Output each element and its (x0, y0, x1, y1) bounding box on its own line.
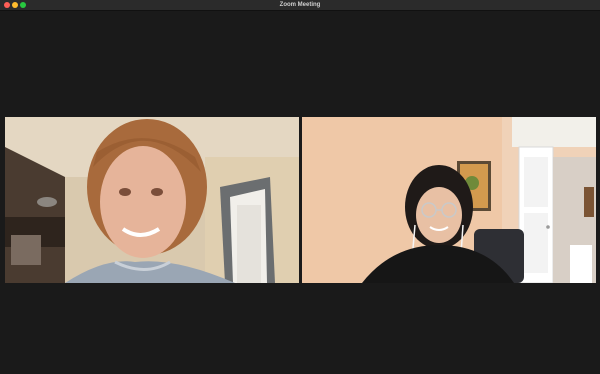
zoom-window: Zoom Meeting (0, 0, 600, 374)
window-title: Zoom Meeting (279, 2, 321, 8)
video-frame-left (5, 117, 299, 283)
participant-video-right[interactable] (302, 117, 596, 283)
title-bar[interactable]: Zoom Meeting (0, 0, 600, 11)
video-frame-right (302, 117, 596, 283)
gallery-view (0, 11, 600, 374)
participant-video-left[interactable] (5, 117, 299, 283)
